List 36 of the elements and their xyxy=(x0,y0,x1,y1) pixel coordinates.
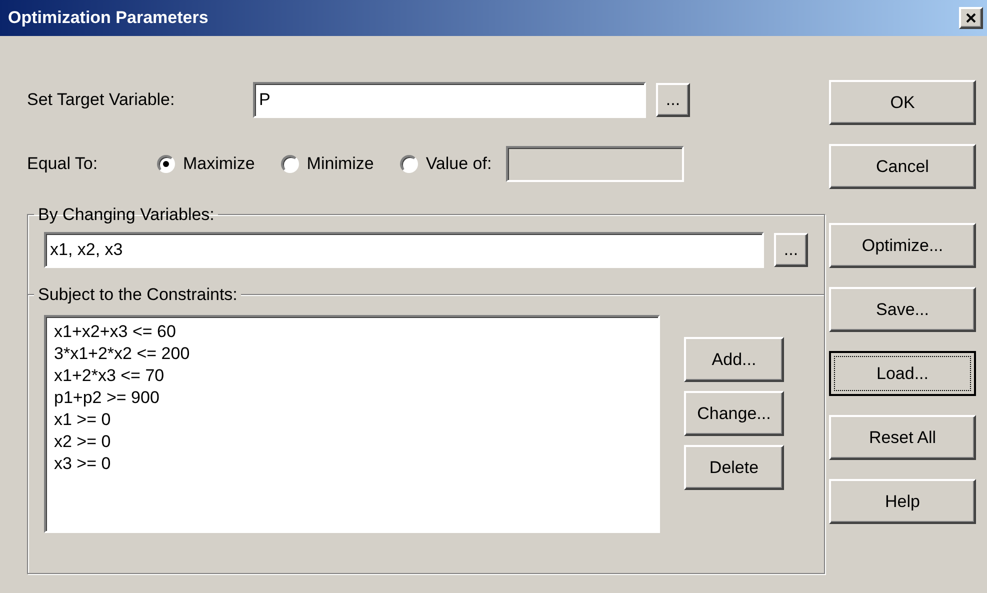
constraint-button[interactable]: Delete xyxy=(684,445,784,490)
constraint-item[interactable]: 3*x1+2*x2 <= 200 xyxy=(54,343,650,365)
target-label: Set Target Variable: xyxy=(27,89,176,112)
browse-button[interactable]: ... xyxy=(656,83,690,117)
variables-field[interactable]: x1, x2, x3 xyxy=(44,232,764,268)
dialog-button[interactable]: Reset All xyxy=(829,415,976,460)
constraint-item[interactable]: x1+2*x3 <= 70 xyxy=(54,365,650,387)
dialog-button[interactable]: Help xyxy=(829,479,976,524)
dialog-button[interactable]: Optimize... xyxy=(829,223,976,268)
dialog-button[interactable]: OK xyxy=(829,80,976,125)
radio-label: Minimize xyxy=(306,153,374,176)
dialog-button[interactable]: Load... xyxy=(829,351,976,396)
dialog-button[interactable]: Cancel xyxy=(829,144,976,189)
value-field[interactable] xyxy=(506,146,684,182)
constraint-button[interactable]: Change... xyxy=(684,391,784,436)
dialog-button[interactable]: Save... xyxy=(829,287,976,332)
browse-button[interactable]: ... xyxy=(774,232,808,266)
constraint-item[interactable]: x3 >= 0 xyxy=(54,453,650,475)
constraint-item[interactable]: x1 >= 0 xyxy=(54,409,650,431)
target-field[interactable]: P xyxy=(253,82,646,118)
window-title: Optimization Parameters xyxy=(8,7,208,30)
constraint-item[interactable]: x2 >= 0 xyxy=(54,431,650,453)
close-icon xyxy=(966,13,976,23)
radio-label: Value of: xyxy=(426,153,492,176)
equal-to-label: Equal To: xyxy=(27,153,99,176)
constraint-item[interactable]: x1+x2+x3 <= 60 xyxy=(54,321,650,343)
close-button[interactable] xyxy=(959,7,983,29)
constraints-list[interactable]: x1+x2+x3 <= 60 3*x1+2*x2 <= 200 x1+2*x3 <= 70 p1+p2 >= 900 x1 >= 0 x2 >= 0 x3 >= 0 xyxy=(44,315,660,533)
constraint-button[interactable]: Add... xyxy=(684,337,784,382)
radio-button[interactable] xyxy=(400,155,418,173)
radio-label: Maximize xyxy=(183,153,255,176)
constraint-item[interactable]: p1+p2 >= 900 xyxy=(54,387,650,409)
radio-button[interactable] xyxy=(280,155,299,173)
radio-button[interactable] xyxy=(157,155,175,173)
constraints-label: Subject to the Constraints: xyxy=(37,284,238,306)
group-title: By Changing Variables: xyxy=(37,204,216,226)
